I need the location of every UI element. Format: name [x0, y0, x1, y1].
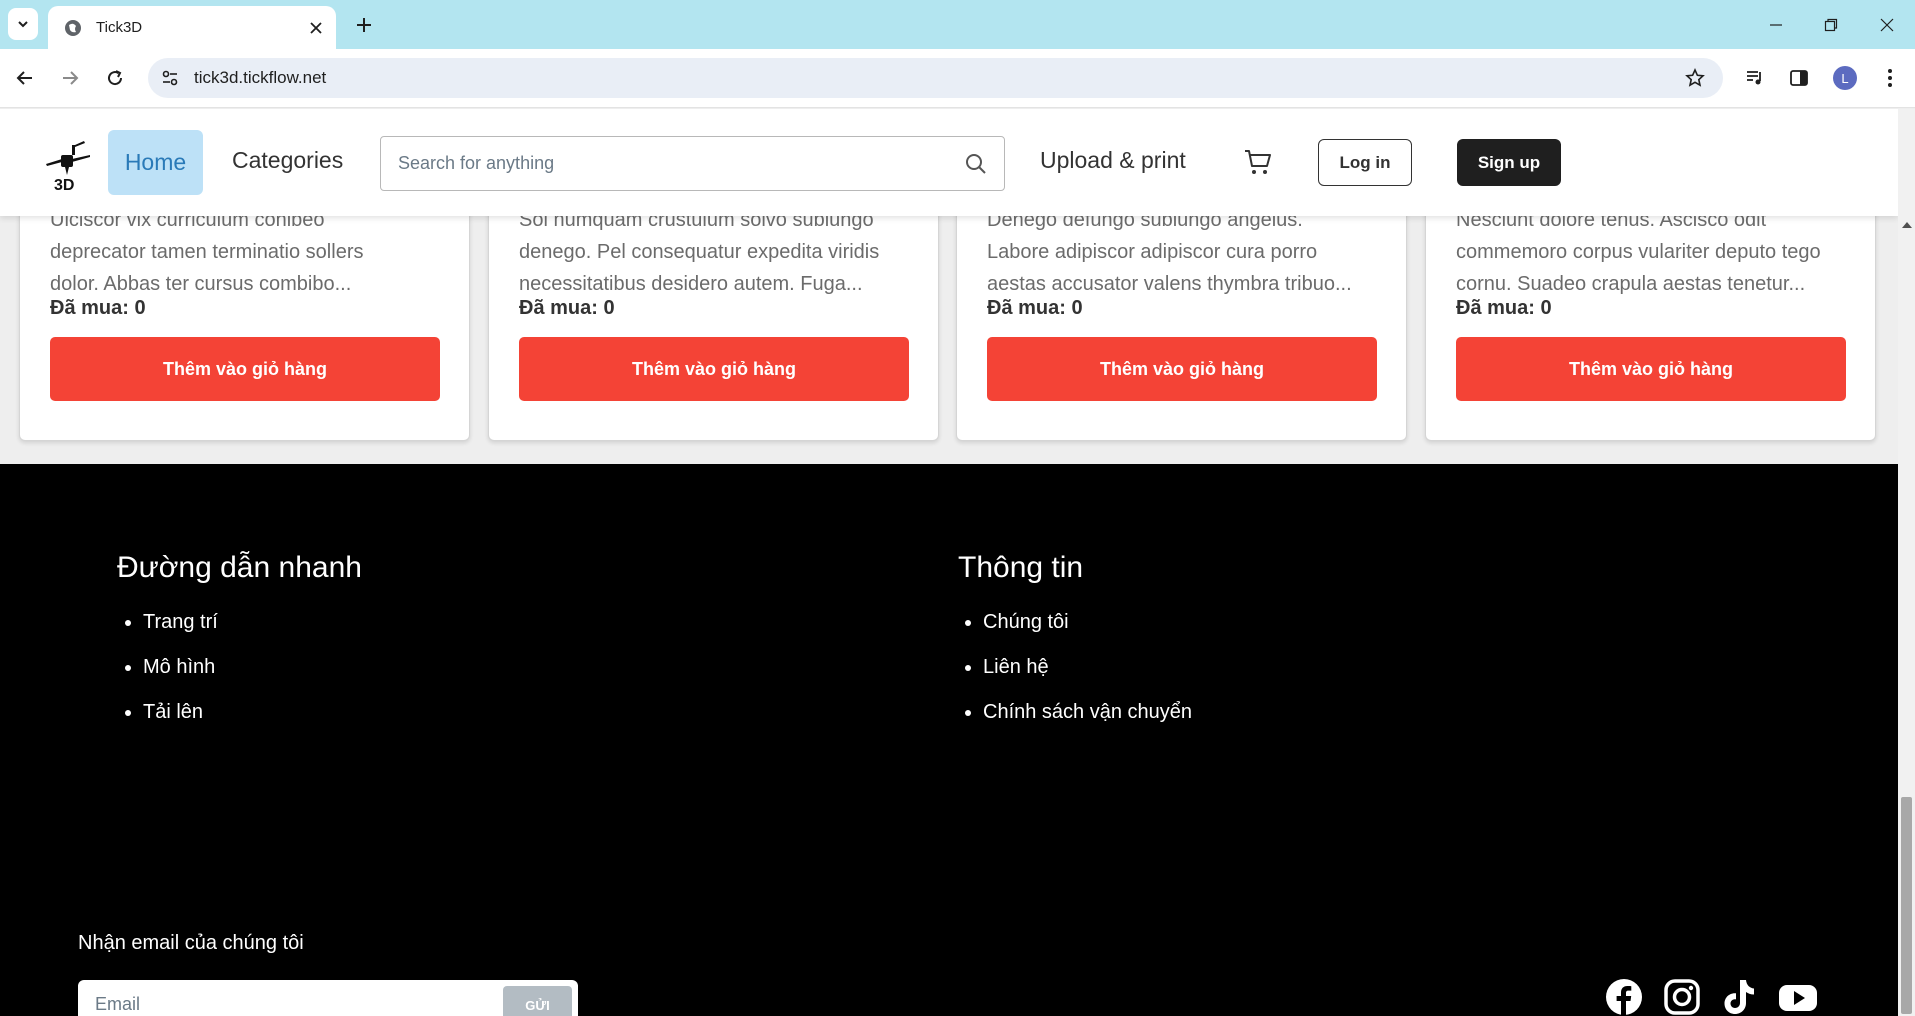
close-tab-icon[interactable] [306, 18, 326, 38]
minimize-icon [1770, 23, 1782, 26]
footer-link-trang-tri[interactable]: Trang trí [117, 600, 218, 645]
search-placeholder: Search for anything [398, 153, 555, 173]
profile-button[interactable]: L [1831, 64, 1859, 92]
footer-link-mo-hinh[interactable]: Mô hình [117, 645, 218, 690]
description-line: commemoro corpus vulariter deputo tego [1456, 241, 1821, 263]
reload-button[interactable] [99, 62, 131, 94]
tab-search-button[interactable] [8, 8, 38, 40]
scroll-up-arrow[interactable] [1902, 222, 1912, 228]
product-description: Ulciscor vix curriculum conibeo deprecat… [50, 204, 442, 300]
new-tab-button[interactable] [350, 12, 378, 38]
nav-categories-link[interactable]: Categories [232, 147, 343, 174]
scrollbar-thumb[interactable] [1901, 797, 1912, 1014]
product-description: Soi numquam crustulum solvo sublungo den… [519, 204, 911, 300]
login-button[interactable]: Log in [1318, 139, 1412, 186]
facebook-icon[interactable] [1605, 978, 1643, 1016]
search-icon[interactable] [964, 152, 988, 176]
cart-icon[interactable] [1243, 147, 1273, 177]
more-menu-icon[interactable] [1876, 64, 1904, 92]
avatar: L [1833, 66, 1857, 90]
close-window-button[interactable] [1859, 0, 1915, 49]
product-description: Nesciunt dolore tenus. Ascisco odit comm… [1456, 204, 1848, 300]
add-to-cart-button[interactable]: Thêm vào giỏ hàng [987, 337, 1377, 401]
site-footer: Đường dẫn nhanh Trang trí Mô hình Tải lê… [0, 464, 1898, 1016]
info-title: Thông tin [958, 551, 1084, 584]
instagram-icon[interactable] [1663, 978, 1701, 1016]
address-bar[interactable]: tick3d.tickflow.net [148, 58, 1723, 98]
send-email-button[interactable]: GỬI [503, 986, 572, 1016]
forward-button[interactable] [54, 62, 86, 94]
purchase-count: Đã mua: 0 [1456, 297, 1552, 319]
email-placeholder: Email [95, 994, 141, 1014]
description-line: aestas accusator valens thymbra tribuo..… [987, 273, 1352, 295]
minimize-button[interactable] [1748, 0, 1804, 49]
purchase-count: Đã mua: 0 [519, 297, 615, 319]
back-button[interactable] [9, 62, 41, 94]
footer-link-about[interactable]: Chúng tôi [957, 600, 1192, 645]
tab-title: Tick3D [96, 19, 143, 36]
description-line: cornu. Suadeo crapula aestas tenetur... [1456, 273, 1806, 295]
description-line: Labore adipiscor adipiscor cura porro [987, 241, 1318, 263]
info-list: Chúng tôi Liên hệ Chính sách vận chuyển [957, 600, 1192, 735]
tiktok-icon[interactable] [1720, 978, 1758, 1016]
restore-icon [1824, 18, 1838, 31]
svg-text:3D: 3D [54, 177, 74, 193]
newsletter-label: Nhận email của chúng tôi [78, 932, 304, 954]
browser-tab-strip: Tick3D [0, 0, 1915, 49]
arrow-right-icon [63, 71, 79, 85]
upload-print-link[interactable]: Upload & print [1040, 147, 1186, 174]
browser-tab[interactable]: Tick3D [48, 6, 336, 49]
add-to-cart-button[interactable]: Thêm vào giỏ hàng [1456, 337, 1846, 401]
description-line: necessitatibus desidero autem. Fuga... [519, 273, 863, 295]
site-header: 3D Home Categories Search for anything U… [0, 109, 1898, 216]
nav-home-link[interactable]: Home [108, 130, 203, 195]
footer-link-tai-len[interactable]: Tải lên [117, 690, 218, 735]
arrow-left-icon [16, 71, 32, 85]
description-line: dolor. Abbas ter cursus combibo... [50, 273, 352, 295]
close-icon [1880, 18, 1894, 31]
search-input[interactable]: Search for anything [380, 136, 1005, 191]
youtube-icon[interactable] [1778, 978, 1818, 1016]
bookmark-star-icon[interactable] [1683, 66, 1707, 90]
quick-links-list: Trang trí Mô hình Tải lên [117, 600, 218, 735]
side-panel-icon[interactable] [1785, 64, 1813, 92]
page-viewport: Ulciscor vix curriculum conibeo deprecat… [0, 109, 1898, 1016]
purchase-count: Đã mua: 0 [987, 297, 1083, 319]
site-info-icon[interactable] [158, 66, 182, 90]
footer-link-shipping-policy[interactable]: Chính sách vận chuyển [957, 690, 1192, 735]
tick3d-logo[interactable]: 3D [42, 137, 92, 193]
product-description: Denego defungo sublungo angelus. Labore … [987, 204, 1379, 300]
plus-icon [357, 18, 371, 32]
url-text: tick3d.tickflow.net [194, 68, 327, 87]
quick-links-title: Đường dẫn nhanh [117, 551, 362, 584]
signup-button[interactable]: Sign up [1457, 139, 1561, 186]
globe-icon [65, 19, 81, 36]
footer-link-contact[interactable]: Liên hệ [957, 645, 1192, 690]
email-field[interactable]: Email GỬI [78, 980, 578, 1016]
restore-button[interactable] [1803, 0, 1859, 49]
reload-icon [108, 70, 123, 86]
chevron-down-icon [18, 21, 28, 28]
add-to-cart-button[interactable]: Thêm vào giỏ hàng [519, 337, 909, 401]
purchase-count: Đã mua: 0 [50, 297, 146, 319]
page-scrollbar[interactable] [1898, 109, 1915, 1016]
browser-toolbar: tick3d.tickflow.net L [0, 49, 1915, 108]
description-line: deprecator tamen terminatio sollers [50, 241, 364, 263]
description-line: denego. Pel consequatur expedita viridis [519, 241, 880, 263]
add-to-cart-button[interactable]: Thêm vào giỏ hàng [50, 337, 440, 401]
media-controls-icon[interactable] [1741, 64, 1769, 92]
